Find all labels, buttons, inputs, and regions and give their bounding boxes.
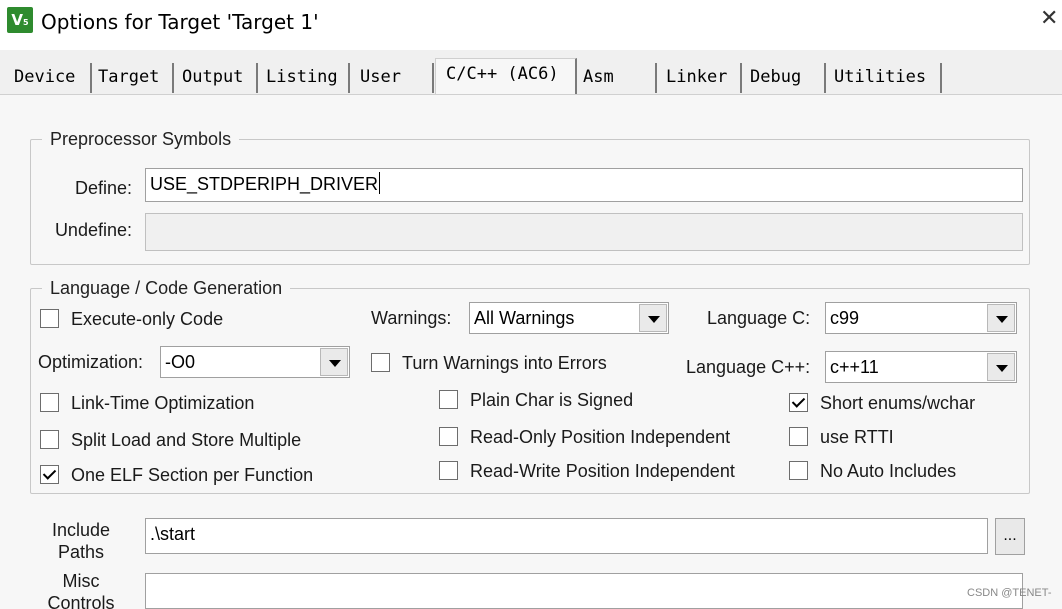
tab-user[interactable]: User bbox=[354, 63, 434, 93]
language-cpp-value: c++11 bbox=[830, 357, 879, 377]
no-auto-includes-label: No Auto Includes bbox=[820, 461, 957, 481]
optimization-value: -O0 bbox=[165, 352, 196, 372]
misc-controls-label-line1: Misc bbox=[62, 571, 100, 591]
include-paths-label-line1: Include bbox=[51, 520, 111, 540]
link-time-optimization-checkbox[interactable] bbox=[40, 393, 59, 412]
chevron-down-icon[interactable] bbox=[320, 348, 348, 376]
optimization-label: Optimization: bbox=[38, 352, 144, 372]
tab-asm[interactable]: Asm bbox=[577, 63, 657, 93]
chevron-down-icon[interactable] bbox=[639, 304, 667, 332]
tab-utilities[interactable]: Utilities bbox=[828, 63, 942, 93]
execute-only-label: Execute-only Code bbox=[71, 309, 224, 329]
warnings-label: Warnings: bbox=[371, 308, 452, 328]
tab-listing[interactable]: Listing bbox=[260, 63, 350, 93]
misc-controls-label: Misc Controls bbox=[40, 570, 122, 609]
link-time-optimization-label: Link-Time Optimization bbox=[71, 393, 255, 413]
preprocessor-symbols-label: Preprocessor Symbols bbox=[42, 128, 240, 150]
use-rtti-label: use RTTI bbox=[820, 427, 894, 447]
watermark: CSDN @TENET- bbox=[967, 587, 1052, 599]
use-rtti-checkbox[interactable] bbox=[789, 427, 808, 446]
split-load-store-checkbox[interactable] bbox=[40, 430, 59, 449]
plain-char-signed-checkbox[interactable] bbox=[439, 390, 458, 409]
tab-device[interactable]: Device bbox=[8, 63, 92, 93]
no-auto-includes-checkbox[interactable] bbox=[789, 461, 808, 480]
language-code-generation-label: Language / Code Generation bbox=[42, 277, 291, 299]
language-c-label: Language C: bbox=[707, 308, 811, 328]
include-paths-label: Include Paths bbox=[40, 519, 122, 563]
ropi-checkbox[interactable] bbox=[439, 427, 458, 446]
close-icon[interactable]: ✕ bbox=[1040, 6, 1058, 31]
language-cpp-label: Language C++: bbox=[686, 357, 811, 377]
execute-only-checkbox[interactable] bbox=[40, 309, 59, 328]
undefine-input[interactable] bbox=[145, 213, 1023, 251]
optimization-select[interactable]: -O0 bbox=[160, 346, 350, 378]
include-paths-browse-button[interactable]: ... bbox=[995, 518, 1025, 555]
warnings-select[interactable]: All Warnings bbox=[469, 302, 669, 334]
misc-controls-label-line2: Controls bbox=[47, 593, 115, 609]
keil-uvision-icon: V5 bbox=[7, 7, 33, 33]
language-c-value: c99 bbox=[830, 308, 860, 328]
rwpi-checkbox[interactable] bbox=[439, 461, 458, 480]
text-caret bbox=[379, 172, 381, 194]
turn-warnings-into-errors-checkbox[interactable] bbox=[371, 353, 390, 372]
plain-char-signed-label: Plain Char is Signed bbox=[470, 390, 634, 410]
one-elf-section-label: One ELF Section per Function bbox=[71, 465, 314, 485]
window-title: Options for Target 'Target 1' bbox=[41, 10, 319, 34]
rwpi-label: Read-Write Position Independent bbox=[470, 461, 735, 481]
tab-target[interactable]: Target bbox=[92, 63, 174, 93]
misc-controls-input[interactable] bbox=[145, 573, 1023, 609]
include-paths-input[interactable]: .\start bbox=[145, 518, 988, 554]
one-elf-section-checkbox[interactable] bbox=[40, 465, 59, 484]
chevron-down-icon[interactable] bbox=[987, 304, 1015, 332]
tab-debug[interactable]: Debug bbox=[744, 63, 826, 93]
language-cpp-select[interactable]: c++11 bbox=[825, 351, 1017, 383]
chevron-down-icon[interactable] bbox=[987, 353, 1015, 381]
warnings-value: All Warnings bbox=[474, 308, 575, 328]
define-input[interactable]: USE_STDPERIPH_DRIVER bbox=[145, 168, 1023, 202]
turn-warnings-into-errors-label: Turn Warnings into Errors bbox=[402, 353, 607, 373]
short-enums-label: Short enums/wchar bbox=[820, 393, 976, 413]
define-label: Define: bbox=[74, 178, 132, 198]
language-c-select[interactable]: c99 bbox=[825, 302, 1017, 334]
tab-cc-ac6[interactable]: C/C++ (AC6) bbox=[435, 58, 577, 94]
ropi-label: Read-Only Position Independent bbox=[470, 427, 731, 447]
tab-strip: Device Target Output Listing User C/C++ … bbox=[0, 50, 1062, 95]
undefine-label: Undefine: bbox=[54, 220, 132, 240]
split-load-store-label: Split Load and Store Multiple bbox=[71, 430, 302, 450]
title-bar: V5 Options for Target 'Target 1' ✕ bbox=[0, 0, 1062, 50]
define-value: USE_STDPERIPH_DRIVER bbox=[150, 174, 379, 194]
short-enums-checkbox[interactable] bbox=[789, 393, 808, 412]
tab-output[interactable]: Output bbox=[176, 63, 258, 93]
tab-linker[interactable]: Linker bbox=[660, 63, 742, 93]
include-paths-label-line2: Paths bbox=[57, 542, 105, 562]
